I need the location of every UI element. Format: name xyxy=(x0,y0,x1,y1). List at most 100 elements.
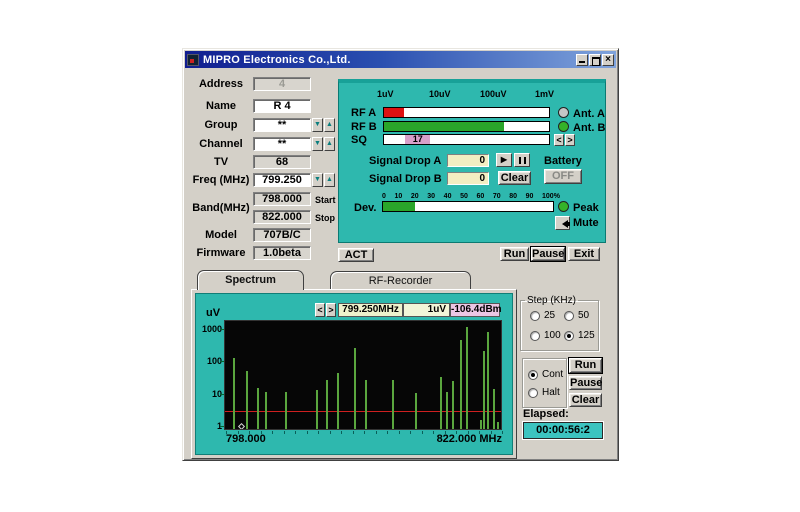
firmware-field: 1.0beta xyxy=(253,246,311,260)
cursor-left-icon[interactable]: < xyxy=(315,303,325,317)
dev-meter xyxy=(382,201,554,212)
title-bar[interactable]: MIPRO Electronics Co.,Ltd. × xyxy=(185,51,616,68)
radio-cont[interactable] xyxy=(528,370,538,380)
spectrum-spike xyxy=(497,422,499,430)
band-start-label: Start xyxy=(315,195,336,205)
ant-a-lamp xyxy=(558,107,569,118)
spectrum-clear-button[interactable]: Clear xyxy=(569,393,602,407)
channel-label: Channel xyxy=(189,138,253,150)
ant-a-label: Ant. A xyxy=(573,108,605,120)
address-label: Address xyxy=(189,78,253,90)
dev-tick: 40 xyxy=(444,193,452,200)
tab-spectrum[interactable]: Spectrum xyxy=(197,270,304,290)
run-button[interactable]: Run xyxy=(500,247,529,261)
exit-button[interactable]: Exit xyxy=(568,247,600,261)
spectrum-spike xyxy=(265,392,267,430)
battery-label: Battery xyxy=(544,155,582,167)
address-field: 4 xyxy=(253,77,311,91)
spectrum-spike xyxy=(285,392,287,430)
tv-field: 68 xyxy=(253,155,311,169)
radio-step-50[interactable] xyxy=(564,311,574,321)
group-label: Group xyxy=(189,119,253,131)
mute-button[interactable] xyxy=(555,216,570,230)
elapsed-label: Elapsed: xyxy=(523,408,569,420)
spectrum-run-button[interactable]: Run xyxy=(569,358,602,373)
ant-b-lamp xyxy=(558,121,569,132)
radio-step-25[interactable] xyxy=(530,311,540,321)
play-button[interactable]: ▶ xyxy=(496,153,512,167)
minimize-icon[interactable] xyxy=(576,54,588,66)
freq-up-icon[interactable]: ▲ xyxy=(324,173,335,187)
x-axis-tick xyxy=(353,431,354,434)
freq-down-icon[interactable]: ▼ xyxy=(312,173,323,187)
speaker-icon xyxy=(558,220,568,228)
x-axis-tick xyxy=(318,431,319,434)
channel-field[interactable]: ** xyxy=(253,137,311,151)
clear-drops-button[interactable]: Clear xyxy=(498,171,531,185)
pause-button[interactable]: Pause xyxy=(531,247,565,261)
spectrum-pause-button[interactable]: Pause xyxy=(569,376,602,390)
signal-drop-a-field: 0 xyxy=(447,154,489,167)
close-icon[interactable]: × xyxy=(602,54,614,66)
dev-tick: 100% xyxy=(542,193,560,200)
group-field[interactable]: ** xyxy=(253,118,311,132)
band-start-field: 798.000 xyxy=(253,192,311,206)
spectrum-spike xyxy=(483,351,485,430)
spectrum-spike xyxy=(257,388,259,430)
window-title: MIPRO Electronics Co.,Ltd. xyxy=(203,54,351,66)
spectrum-chart[interactable] xyxy=(224,320,502,430)
signal-drop-b-field: 0 xyxy=(447,172,489,185)
cursor-dbm-readout: -106.4dBm xyxy=(450,303,500,317)
pause-meter-button[interactable] xyxy=(514,153,530,167)
radio-step-100[interactable] xyxy=(530,331,540,341)
x-axis-tick xyxy=(502,431,503,434)
sq-meter: 17 xyxy=(383,134,550,145)
ant-b-label: Ant. B xyxy=(573,122,605,134)
channel-down-icon[interactable]: ▼ xyxy=(312,137,323,151)
elapsed-time-display: 00:00:56:2 xyxy=(523,422,603,439)
spectrum-spike xyxy=(487,332,489,430)
band-stop-field: 822.000 xyxy=(253,210,311,224)
cursor-marker-icon[interactable] xyxy=(238,423,245,430)
rf-b-meter xyxy=(383,121,550,132)
dev-tick: 20 xyxy=(411,193,419,200)
group-up-icon[interactable]: ▲ xyxy=(324,118,335,132)
dev-tick: 0 xyxy=(382,193,386,200)
model-field: 707B/C xyxy=(253,228,311,242)
spectrum-spike xyxy=(316,390,318,430)
sq-left-icon[interactable]: < xyxy=(554,134,564,146)
x-axis-tick xyxy=(330,431,331,434)
radio-halt[interactable] xyxy=(528,388,538,398)
app-window: MIPRO Electronics Co.,Ltd. × Address 4 N… xyxy=(182,48,619,461)
tab-rf-recorder[interactable]: RF-Recorder xyxy=(330,271,471,291)
y-tick-10: 10 xyxy=(196,389,222,399)
spectrum-spike xyxy=(452,381,454,430)
sq-right-icon[interactable]: > xyxy=(565,134,575,146)
y-tick-1000: 1000 xyxy=(196,324,222,334)
act-button[interactable]: ACT xyxy=(338,248,374,262)
spectrum-spike xyxy=(246,371,248,430)
uv-unit-label: uV xyxy=(206,307,220,319)
x-axis-tick xyxy=(387,431,388,434)
dev-label: Dev. xyxy=(354,202,376,214)
cursor-right-icon[interactable]: > xyxy=(326,303,336,317)
sq-label: SQ xyxy=(351,134,367,146)
dev-tick: 30 xyxy=(427,193,435,200)
radio-step-125[interactable] xyxy=(564,331,574,341)
mode-groupbox xyxy=(522,358,567,408)
freq-field[interactable]: 799.250 xyxy=(253,173,311,187)
peak-label: Peak xyxy=(573,202,599,214)
rf-b-fill xyxy=(384,122,504,131)
name-field[interactable]: R 4 xyxy=(253,99,311,113)
maximize-icon[interactable] xyxy=(589,54,601,66)
group-down-icon[interactable]: ▼ xyxy=(312,118,323,132)
rf-a-fill xyxy=(384,108,404,117)
battery-off-button: OFF xyxy=(544,169,582,184)
signal-drop-b-label: Signal Drop B xyxy=(369,173,442,185)
channel-up-icon[interactable]: ▲ xyxy=(324,137,335,151)
spectrum-spike xyxy=(392,380,394,430)
name-label: Name xyxy=(189,100,253,112)
dev-tick: 10 xyxy=(395,193,403,200)
radio-step-50-label: 50 xyxy=(578,310,589,321)
spectrum-spike xyxy=(480,420,482,430)
